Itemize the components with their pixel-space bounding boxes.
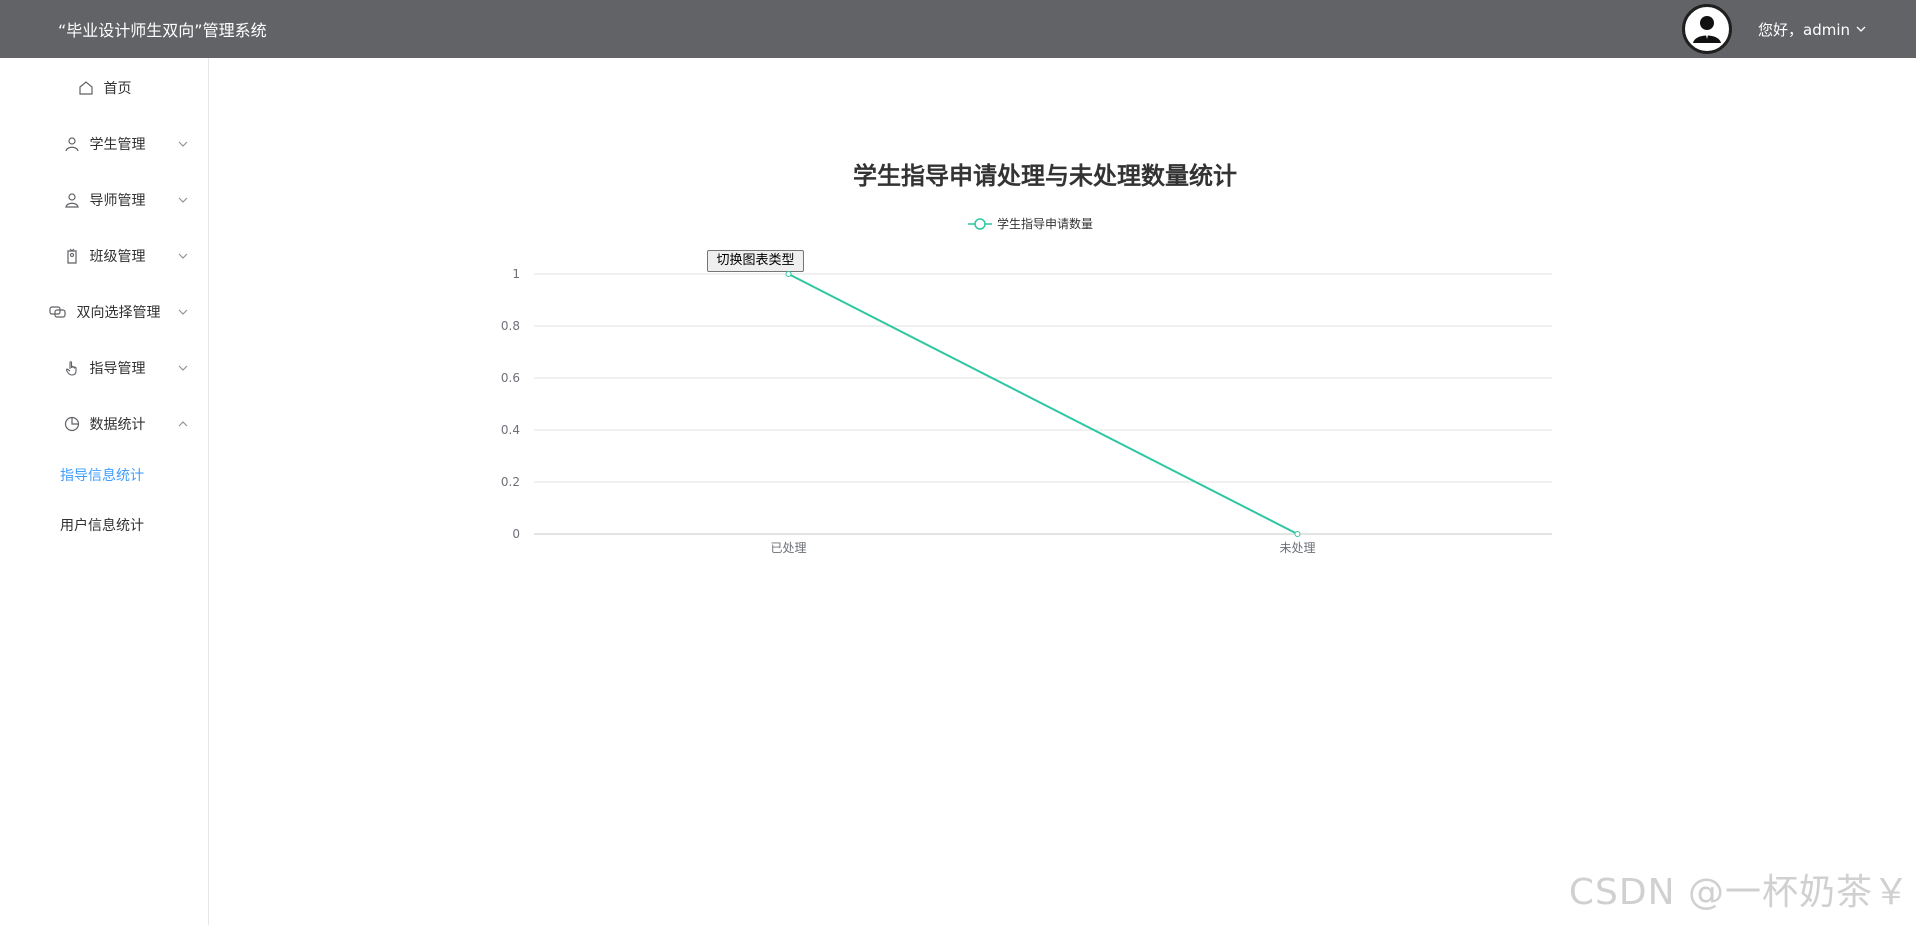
main-content: 切换图表类型 学生指导申请处理与未处理数量统计 学生指导申请数量 1 0.8 0.6 0.… <box>210 58 1916 925</box>
chevron-down-icon <box>177 137 189 151</box>
pie-chart-icon <box>64 416 80 432</box>
chevron-down-icon <box>177 193 189 207</box>
sidebar-item-data-statistics[interactable]: 数据统计 <box>0 396 209 452</box>
data-point <box>1294 531 1301 537</box>
sidebar-item-guidance-management[interactable]: 指导管理 <box>0 340 209 396</box>
avatar[interactable] <box>1682 4 1732 54</box>
sidebar-item-label: 指导管理 <box>89 361 146 377</box>
hand-icon <box>64 360 80 376</box>
sidebar-item-student-management[interactable]: 学生管理 <box>0 116 209 172</box>
y-tick-label: 1 <box>512 267 520 281</box>
x-tick-label: 未处理 <box>1279 541 1315 555</box>
chevron-down-icon <box>177 249 189 263</box>
teacher-icon <box>64 192 80 208</box>
user-dropdown[interactable]: 您好，admin <box>1758 19 1866 40</box>
sidebar-subitem-user-statistics[interactable]: 用户信息统计 <box>0 500 209 550</box>
chevron-down-icon <box>1856 25 1866 33</box>
tag-icon <box>64 248 80 264</box>
sidebar-subitem-guidance-statistics[interactable]: 指导信息统计 <box>0 450 209 500</box>
app-title: “毕业设计师生双向”管理系统 <box>58 21 267 40</box>
sidebar-item-label: 导师管理 <box>89 193 146 209</box>
y-tick-label: 0.6 <box>501 371 520 385</box>
sidebar-subitem-label: 用户信息统计 <box>60 518 144 534</box>
header-user-area: 您好，admin <box>1682 4 1866 54</box>
y-tick-label: 0.8 <box>501 319 520 333</box>
x-tick-label: 已处理 <box>770 541 806 555</box>
sidebar-item-label: 首页 <box>103 81 132 97</box>
sidebar: 首页 学生管理 导师管理 班级管理 双向选择管理 指导管理 数据统计 指导信息统… <box>0 58 209 925</box>
legend-marker <box>974 218 986 230</box>
y-tick-label: 0.4 <box>501 423 520 437</box>
sidebar-item-label: 学生管理 <box>89 137 146 153</box>
sidebar-item-label: 双向选择管理 <box>76 305 161 321</box>
sidebar-item-home[interactable]: 首页 <box>0 60 209 116</box>
connection-icon <box>48 304 67 320</box>
sidebar-item-label: 班级管理 <box>89 249 146 265</box>
greeting-text: 您好，admin <box>1758 20 1850 39</box>
series-line <box>788 273 1298 535</box>
top-header: “毕业设计师生双向”管理系统 您好，admin <box>0 0 1916 58</box>
y-tick-label: 0 <box>512 527 520 541</box>
chevron-down-icon <box>177 305 189 319</box>
sidebar-subitem-label: 指导信息统计 <box>60 468 144 484</box>
watermark: CSDN @一杯奶茶￥ <box>1568 872 1910 913</box>
sidebar-item-label: 数据统计 <box>89 417 146 433</box>
y-tick-label: 0.2 <box>501 475 520 489</box>
sidebar-item-class-management[interactable]: 班级管理 <box>0 228 209 284</box>
user-icon <box>64 136 80 152</box>
chart-title: 学生指导申请处理与未处理数量统计 <box>853 162 1237 190</box>
sidebar-item-teacher-management[interactable]: 导师管理 <box>0 172 209 228</box>
sidebar-item-bidirectional-selection[interactable]: 双向选择管理 <box>0 284 209 340</box>
legend-label: 学生指导申请数量 <box>997 216 1093 231</box>
chevron-down-icon <box>177 361 189 375</box>
chevron-up-icon <box>177 417 189 431</box>
home-icon <box>78 80 94 96</box>
data-point <box>785 271 792 277</box>
user-silhouette-icon <box>1688 10 1726 48</box>
line-chart: 学生指导申请处理与未处理数量统计学生指导申请数量 1 0.8 0.6 0.4 0.2 0 已处… <box>501 162 1552 555</box>
